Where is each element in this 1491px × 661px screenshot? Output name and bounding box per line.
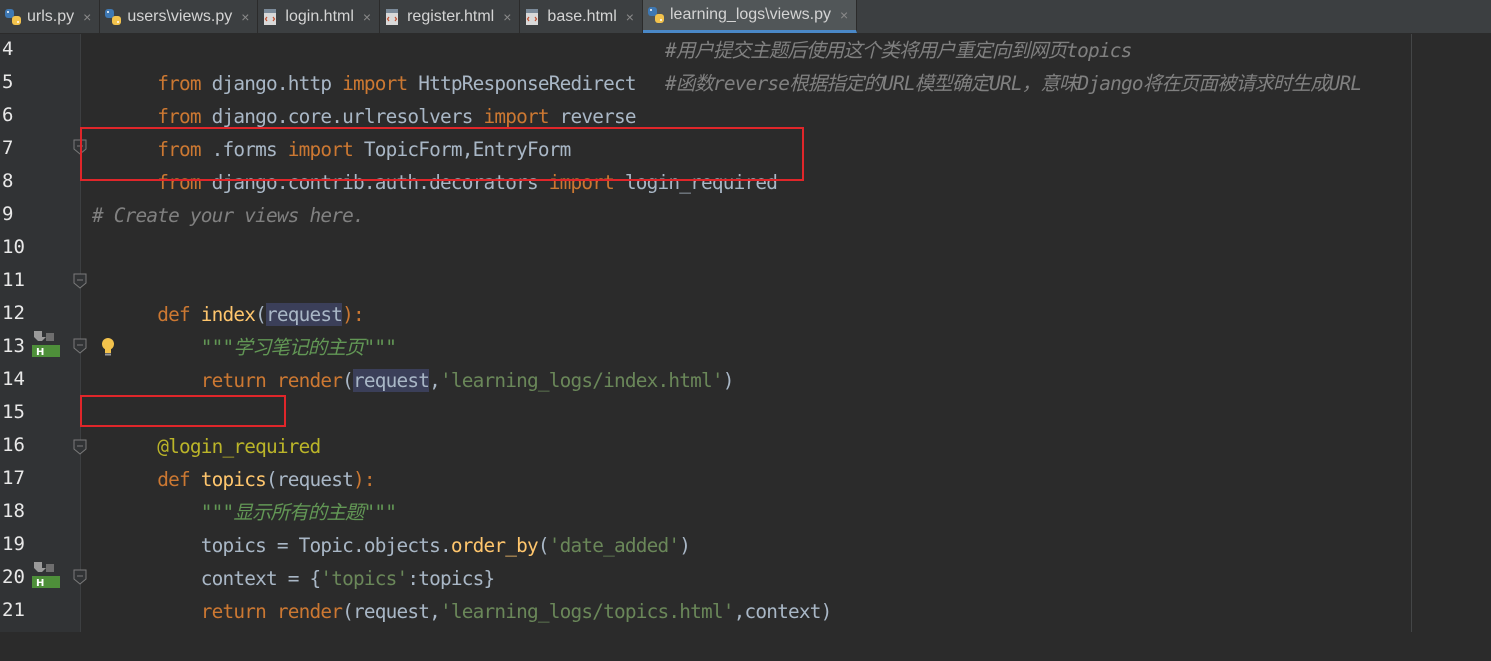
line-number: 21 bbox=[2, 599, 25, 621]
code-line-19[interactable]: context = {'topics':topics} bbox=[92, 529, 495, 590]
python-file-icon bbox=[647, 6, 665, 24]
line-number: 16 bbox=[2, 434, 25, 456]
paren-close: ) bbox=[679, 534, 691, 557]
ide-window: urls.py × users\views.py × login.html × regist… bbox=[0, 0, 1491, 632]
parameter: request bbox=[353, 600, 430, 623]
line-number: 8 bbox=[2, 170, 14, 192]
string-literal: 'learning_logs/index.html' bbox=[440, 369, 724, 392]
python-file-icon bbox=[104, 8, 122, 26]
paren-close: ) bbox=[722, 369, 735, 392]
line-number-gutter[interactable]: 4 5 6 7 8 9 10 11 12 13 14 15 16 17 18 19 20 21 H H bbox=[0, 34, 87, 632]
history-marker-icon[interactable]: H bbox=[32, 560, 62, 594]
tab-3[interactable]: register.html × bbox=[380, 0, 521, 33]
line-number: 12 bbox=[2, 302, 25, 324]
highlight-box-import bbox=[80, 127, 804, 181]
svg-text:H: H bbox=[36, 578, 44, 589]
close-icon[interactable]: × bbox=[363, 9, 371, 25]
svg-text:H: H bbox=[36, 347, 44, 358]
tab-label: urls.py bbox=[27, 7, 75, 25]
line-number: 19 bbox=[2, 533, 25, 555]
code-comment-line-5: #函数reverse根据指定的URL模型确定URL，意味Django将在页面被请… bbox=[665, 72, 1362, 95]
comma: , bbox=[429, 369, 441, 392]
line-number: 9 bbox=[2, 203, 14, 225]
string-literal: 'date_added' bbox=[548, 534, 680, 557]
line-number: 4 bbox=[2, 38, 14, 60]
code-editor[interactable]: from django.http import HttpResponseRedi… bbox=[81, 34, 1491, 632]
call-rest: ,context) bbox=[733, 600, 833, 623]
call-name: render bbox=[276, 369, 343, 392]
tab-label: learning_logs\views.py bbox=[669, 6, 831, 23]
code-line-9[interactable]: # Create your views here. bbox=[92, 199, 365, 232]
code-line-13[interactable]: return render(request,'learning_logs/ind… bbox=[92, 331, 734, 392]
tab-5[interactable]: learning_logs\views.py × bbox=[642, 0, 858, 33]
line-number: 10 bbox=[2, 236, 25, 258]
tab-label: base.html bbox=[547, 7, 617, 25]
close-icon[interactable]: × bbox=[241, 9, 249, 25]
close-icon[interactable]: × bbox=[83, 9, 91, 25]
html-file-icon bbox=[384, 8, 402, 26]
tab-label: users\views.py bbox=[127, 7, 233, 25]
tab-1[interactable]: users\views.py × bbox=[100, 0, 259, 33]
code-line-18[interactable]: topics = Topic.objects.order_by('date_ad… bbox=[92, 496, 691, 557]
tab-2[interactable]: login.html × bbox=[258, 0, 381, 33]
comma: , bbox=[429, 600, 441, 623]
code-line-17[interactable]: """显示所有的主题""" bbox=[92, 463, 397, 524]
line-number: 14 bbox=[2, 368, 25, 390]
code-line-12[interactable]: """学习笔记的主页""" bbox=[92, 298, 397, 359]
code-line-16[interactable]: def topics(request): bbox=[92, 430, 375, 491]
editor-tab-bar: urls.py × users\views.py × login.html × regist… bbox=[0, 0, 1491, 34]
code-line-20[interactable]: return render(request,'learning_logs/top… bbox=[92, 562, 833, 623]
tab-label: register.html bbox=[407, 7, 495, 25]
line-number: 17 bbox=[2, 467, 25, 489]
code-line-5[interactable]: from django.core.urlresolvers import rev… bbox=[92, 67, 636, 128]
line-number: 6 bbox=[2, 104, 14, 126]
call-name: render bbox=[276, 600, 343, 623]
keyword-return: return bbox=[200, 369, 267, 392]
close-icon[interactable]: × bbox=[840, 7, 848, 23]
python-file-icon bbox=[4, 8, 22, 26]
lightbulb-icon[interactable] bbox=[99, 336, 117, 358]
paren-open: ( bbox=[537, 534, 550, 557]
tab-4[interactable]: base.html × bbox=[520, 0, 643, 33]
close-icon[interactable]: × bbox=[503, 9, 511, 25]
history-marker-icon[interactable]: H bbox=[32, 329, 62, 363]
tab-0[interactable]: urls.py × bbox=[0, 0, 101, 33]
code-line-4[interactable]: from django.http import HttpResponseRedi… bbox=[92, 34, 636, 95]
line-number: 11 bbox=[2, 269, 25, 291]
string-literal: 'learning_logs/topics.html' bbox=[440, 600, 734, 623]
line-number: 5 bbox=[2, 71, 14, 93]
html-file-icon bbox=[524, 8, 542, 26]
parameter: request bbox=[353, 369, 430, 392]
html-file-icon bbox=[262, 8, 280, 26]
line-number: 15 bbox=[2, 401, 25, 423]
line-number: 13 bbox=[2, 335, 25, 357]
line-number: 18 bbox=[2, 500, 25, 522]
code-comment-line-4: #用户提交主题后使用这个类将用户重定向到网页topics bbox=[665, 39, 1132, 62]
paren-open: ( bbox=[342, 600, 354, 623]
code-line-11[interactable]: def index(request): bbox=[92, 265, 365, 326]
close-icon[interactable]: × bbox=[626, 9, 634, 25]
tab-label: login.html bbox=[285, 7, 354, 25]
line-number: 20 bbox=[2, 566, 25, 588]
paren-open: ( bbox=[342, 369, 354, 392]
line-number: 7 bbox=[2, 137, 14, 159]
highlight-box-decorator bbox=[80, 395, 286, 427]
keyword-return: return bbox=[200, 600, 267, 623]
